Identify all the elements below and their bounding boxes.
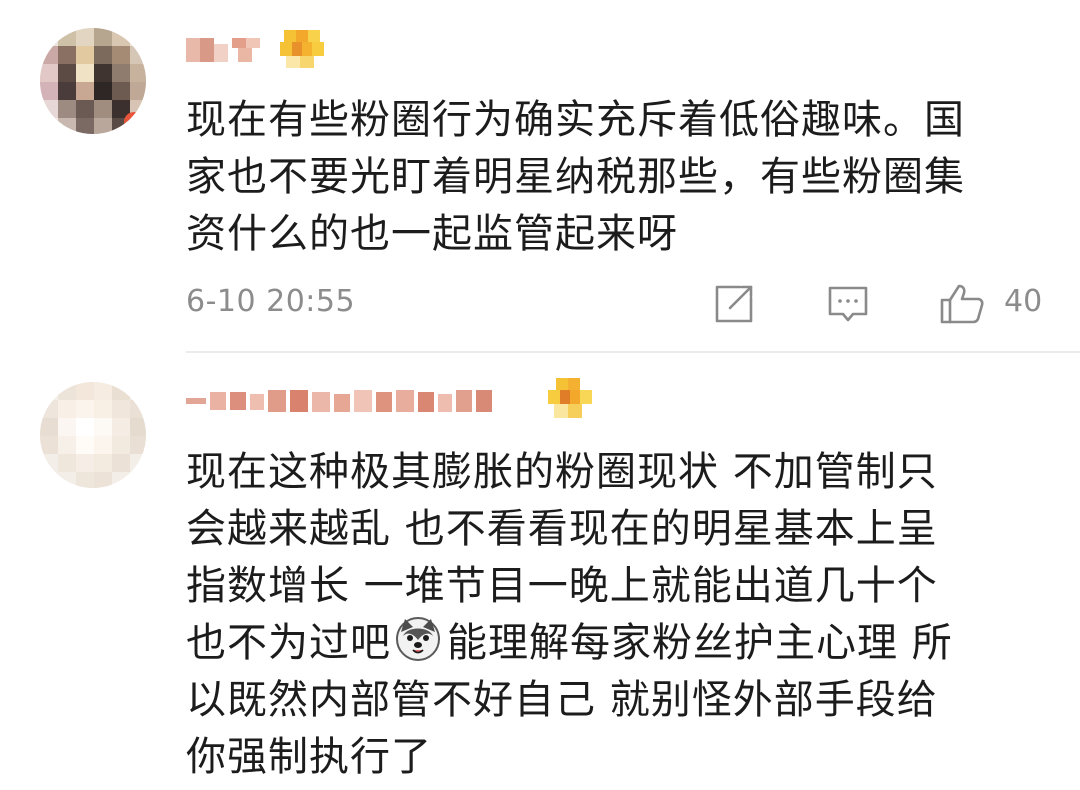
comment-segment: 能理解每家粉丝护主心理 所 <box>447 620 953 666</box>
comment-text: 现在有些粉圈行为确实充斥着低俗趣味。国 家也不要光盯着明星纳税那些，有些粉圈集 … <box>186 92 1056 263</box>
user-badge-icon <box>548 378 592 426</box>
avatar-pixelated[interactable] <box>40 28 146 134</box>
comment-line: 现在这种极其膨胀的粉圈现状 不加管制只 <box>186 449 938 495</box>
comment-line: 你强制执行了 <box>186 734 432 780</box>
comment-timestamp: 6-10 20:55 <box>186 284 356 319</box>
user-badge-icon <box>280 30 324 74</box>
comment-icon[interactable] <box>826 282 870 330</box>
comment-item-1: 现在有些粉圈行为确实充斥着低俗趣味。国 家也不要光盯着明星纳税那些，有些粉圈集 … <box>0 0 1080 352</box>
username-blurred[interactable] <box>186 380 546 424</box>
comment-text: 现在这种极其膨胀的粉圈现状 不加管制只 会越来越乱 也不看看现在的明星基本上呈 … <box>186 444 1056 786</box>
avatar-pixelated[interactable] <box>40 382 146 488</box>
thumbs-up-icon[interactable] <box>938 282 986 330</box>
comment-line: 家也不要光盯着明星纳税那些，有些粉圈集 <box>186 154 965 200</box>
comment-item-2: 现在这种极其膨胀的粉圈现状 不加管制只 会越来越乱 也不看看现在的明星基本上呈 … <box>0 352 1080 790</box>
comment-line: 会越来越乱 也不看看现在的明星基本上呈 <box>186 506 938 552</box>
comment-meta-bar: 6-10 20:55 40 <box>186 282 1046 326</box>
like-count: 40 <box>1004 284 1043 319</box>
comment-line: 以既然内部管不好自己 就别怪外部手段给 <box>186 677 938 723</box>
husky-emoji-icon <box>395 616 441 662</box>
share-icon[interactable] <box>712 282 756 330</box>
comment-line: 也不为过吧 能理解每家粉丝护主心理 所 <box>186 615 1056 672</box>
comment-line: 指数增长 一堆节目一晚上就能出道几十个 <box>186 563 938 609</box>
comment-line: 资什么的也一起监管起来呀 <box>186 211 678 257</box>
comment-segment: 也不为过吧 <box>186 620 391 666</box>
comment-line: 现在有些粉圈行为确实充斥着低俗趣味。国 <box>186 97 965 143</box>
